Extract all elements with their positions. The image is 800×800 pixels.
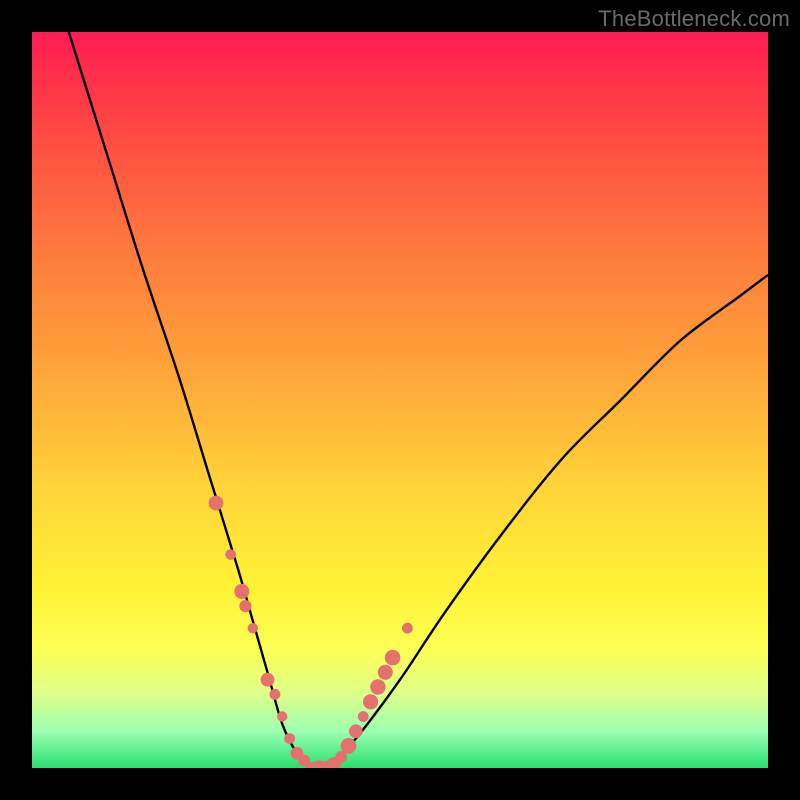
highlight-dot: [341, 738, 357, 754]
highlight-dot: [358, 711, 369, 722]
highlight-dot: [239, 600, 251, 612]
highlight-dot: [248, 623, 258, 633]
highlight-dot: [349, 724, 363, 738]
highlight-dot: [284, 733, 295, 744]
highlight-dot: [225, 549, 236, 560]
plot-area: [32, 32, 768, 768]
highlight-dot: [277, 711, 287, 721]
highlight-dot: [234, 584, 249, 599]
watermark-text: TheBottleneck.com: [598, 6, 790, 32]
highlight-dot: [402, 623, 413, 634]
highlight-dot: [209, 496, 224, 511]
chart-frame: TheBottleneck.com: [0, 0, 800, 800]
highlight-dot: [370, 679, 385, 694]
highlight-dot: [269, 689, 280, 700]
curve-svg: [32, 32, 768, 768]
bottleneck-curve-path: [69, 32, 768, 768]
highlight-dot: [261, 673, 275, 687]
highlight-dot: [363, 694, 378, 709]
highlight-dot: [385, 650, 401, 666]
highlight-dots-group: [209, 496, 413, 768]
highlight-dot: [378, 665, 393, 680]
